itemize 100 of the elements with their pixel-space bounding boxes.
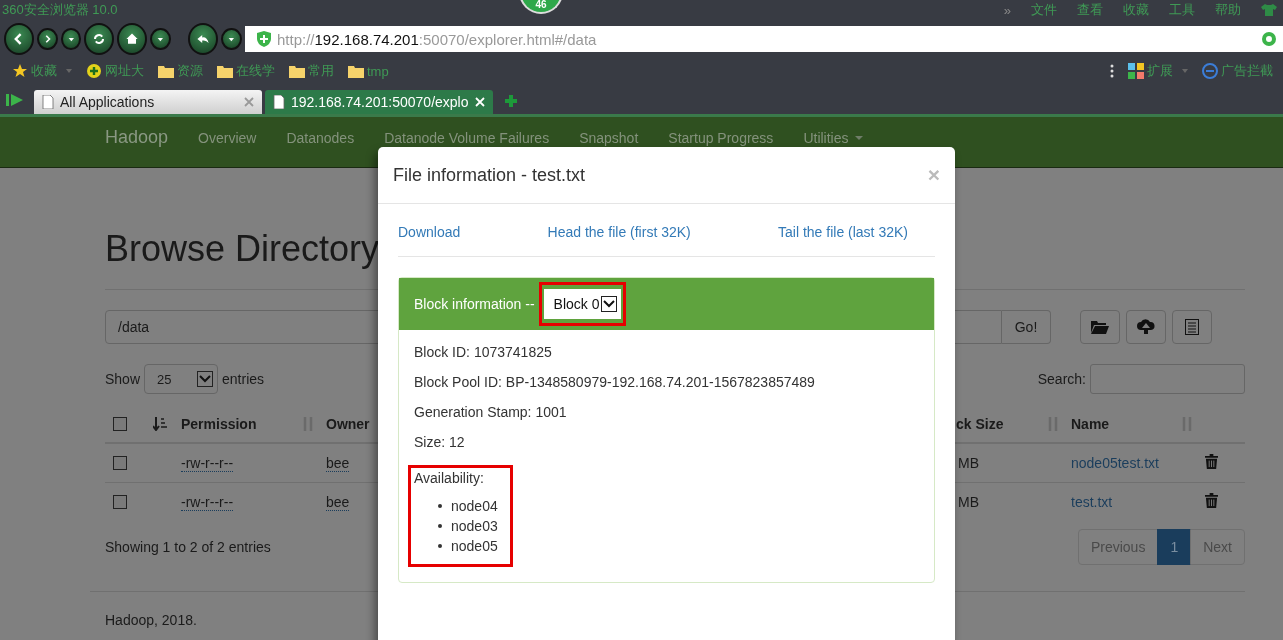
node-name: node03 [451,517,498,536]
page-icon [42,95,54,109]
table-cell-text: MB [957,494,980,510]
panel-title: Block information -- [414,296,535,312]
menu-item[interactable]: 查看 [1077,1,1103,19]
go-button[interactable]: Go! [1002,310,1051,344]
block-select[interactable]: Block 0 [543,289,621,319]
column-header[interactable]: Owner [326,416,370,432]
apps-icon [1128,63,1144,79]
folder-icon [289,64,305,78]
file-link[interactable]: node05test.txt [1071,455,1159,471]
extension-item[interactable]: 广告拦截 [1202,62,1273,80]
close-button[interactable]: × [927,163,940,187]
bookmark-item[interactable]: 常用 [289,62,334,80]
menu-item[interactable]: 文件 [1031,1,1057,19]
chevron-icon [199,375,212,383]
home-button[interactable] [117,23,148,55]
refresh-button[interactable] [84,23,115,55]
loading-icon [1261,31,1277,47]
sort-icon[interactable] [153,417,167,431]
select-all-checkbox[interactable] [113,417,127,431]
bullet-icon [438,504,442,508]
bookmark-item[interactable]: 收藏 [12,62,72,80]
menu-overflow-button[interactable]: » [1003,2,1011,18]
block-detail: Generation Stamp: 1001 [414,405,568,420]
pagination-button[interactable]: 1 [1157,529,1192,565]
browser-tab[interactable]: All Applications [34,90,262,114]
block-detail: Block Pool ID: BP-1348580979-192.168.74.201-1567823857489 [414,375,816,390]
more-icon[interactable] [1110,64,1114,78]
shield-icon [257,31,271,47]
entries-label: entries [222,371,265,387]
search-label: Search: [1037,371,1086,387]
folder-button[interactable] [1080,310,1120,344]
column-header[interactable]: ck Size [956,416,1004,432]
bookmark-item[interactable]: tmp [348,63,389,79]
plus-circle-icon [86,63,102,79]
browser-title: 360安全浏览器 10.0 [2,1,118,19]
folder-icon [158,64,174,78]
brand-link[interactable]: Hadoop [105,127,169,148]
forward-button[interactable] [37,28,58,50]
dropdown-button[interactable] [60,28,82,50]
nav-link[interactable]: Datanodes [286,129,355,146]
dropdown-button[interactable] [150,28,172,50]
trash-icon[interactable] [1205,493,1218,508]
menu-item[interactable]: 收藏 [1123,1,1149,19]
bullet-icon [438,544,442,548]
star-icon [12,63,28,79]
nav-link[interactable]: Snapshot [579,129,639,146]
search-field[interactable] [1090,364,1245,394]
menu-item[interactable]: 帮助 [1215,1,1241,19]
show-label: Show [105,371,141,387]
list-icon [1185,319,1199,335]
address-bar[interactable]: http://192.168.74.201:50070/explorer.html#/data [245,26,1283,52]
permission-link[interactable]: -rw-r--r-- [181,455,234,472]
owner-link[interactable]: bee [326,455,350,472]
back-button[interactable] [4,23,34,55]
node-name: node05 [451,537,498,556]
node-name: node04 [451,497,498,516]
page-size-select[interactable]: 25 [144,364,219,394]
bookmark-item[interactable]: 资源 [158,62,203,80]
file-link[interactable]: test.txt [1071,494,1113,510]
chevron-icon [602,300,615,308]
row-checkbox[interactable] [113,456,127,470]
list-button[interactable] [1172,310,1212,344]
bookmark-item[interactable]: 网址大 [86,62,144,80]
notification-badge[interactable]: 46 [519,0,563,14]
new-tab-icon[interactable] [504,94,518,108]
shirt-icon[interactable] [1261,4,1277,16]
undo-button[interactable] [188,23,219,55]
entries-summary: Showing 1 to 2 of 2 entries [105,539,271,555]
block-detail: Block ID: 1073741825 [414,345,553,360]
block-detail: Size: 12 [414,435,466,450]
nav-link[interactable]: Overview [198,129,257,146]
trash-icon[interactable] [1205,454,1218,469]
url-text: http://192.168.74.201:50070/explorer.html#/data [277,30,598,48]
page-icon [273,95,285,109]
bookmark-item[interactable]: 在线学 [217,62,275,80]
nav-link[interactable]: Startup Progress [668,129,774,146]
dropdown-button[interactable] [221,28,242,50]
folder-icon [217,64,233,78]
extension-item[interactable]: 扩展 [1128,62,1188,80]
sidebar-toggle-icon[interactable] [6,92,24,108]
folder-icon [1091,320,1109,334]
nav-link[interactable]: Utilities [803,129,863,146]
table-cell-text: MB [957,455,980,471]
column-header[interactable]: Permission [181,416,257,432]
browser-tab[interactable]: 192.168.74.201:50070/explo [265,90,493,114]
cloud-upload-icon [1137,319,1155,335]
block-icon [1202,63,1218,79]
folder-icon [348,64,364,78]
permission-link[interactable]: -rw-r--r-- [181,494,234,511]
footer-text: Hadoop, 2018. [105,612,197,628]
column-header[interactable]: Name [1071,416,1110,432]
menu-item[interactable]: 工具 [1169,1,1195,19]
bullet-icon [438,524,442,528]
modal-title: File information - test.txt [393,164,586,186]
row-checkbox[interactable] [113,495,127,509]
upload-button[interactable] [1126,310,1166,344]
nav-link[interactable]: Datanode Volume Failures [384,129,550,146]
owner-link[interactable]: bee [326,494,350,511]
